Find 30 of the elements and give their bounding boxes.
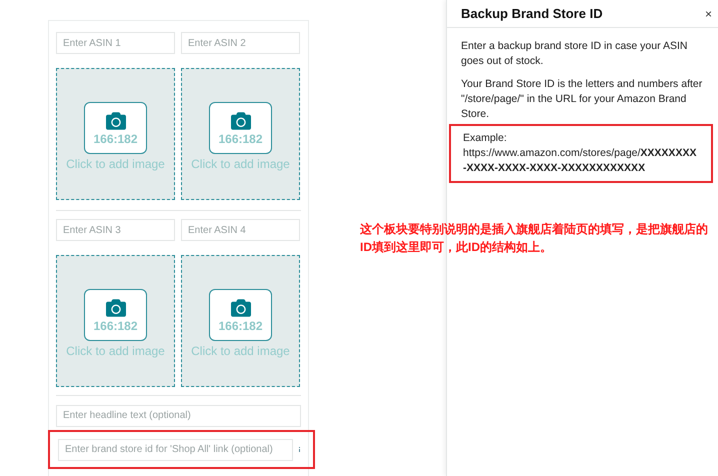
- annotation-note: 这个板块要特别说明的是插入旗舰店着陆页的填写，是把旗舰店的ID填到这里即可，此ID的结构如上。: [360, 221, 709, 256]
- add-image-label: Click to add image: [66, 158, 165, 170]
- input-field[interactable]: Enter brand store id for 'Shop All' link (optional): [58, 438, 293, 460]
- aspect-ratio-label: 166:182: [93, 133, 138, 145]
- input-field[interactable]: Enter ASIN 3: [56, 219, 175, 241]
- input-field[interactable]: Enter ASIN 4: [181, 219, 300, 241]
- add-image-label: Click to add image: [66, 345, 165, 357]
- info-icon: [298, 447, 301, 452]
- camera-icon: [104, 298, 126, 318]
- image-upload-area[interactable]: 166:182 Click to add image: [181, 255, 300, 387]
- aspect-ratio-label: 166:182: [218, 133, 263, 145]
- camera-icon: [104, 111, 126, 131]
- aspect-ratio-label: 166:182: [218, 320, 263, 332]
- help-text: Your Brand Store ID is the letters and numbers after "/store/page/" in the URL for your Amazon Brand Store.: [461, 77, 704, 122]
- panel-title: Backup Brand Store ID: [461, 4, 603, 23]
- add-image-label: Click to add image: [191, 158, 290, 170]
- help-text: Enter a backup brand store ID in case your ASIN goes out of stock.: [461, 39, 688, 69]
- aspect-ratio-label: 166:182: [93, 320, 138, 332]
- image-upload-area[interactable]: 166:182 Click to add image: [181, 68, 300, 200]
- input-field[interactable]: Enter ASIN 1: [56, 32, 175, 54]
- example-label: Example:: [463, 131, 508, 146]
- camera-icon: [230, 298, 252, 318]
- image-upload-area[interactable]: 166:182 Click to add image: [56, 255, 175, 387]
- image-upload-area[interactable]: 166:182 Click to add image: [56, 68, 175, 200]
- example-url: https://www.amazon.com/stores/page/XXXXXXXX-XXXX-XXXX-XXXX-XXXXXXXXXXXX: [463, 146, 698, 176]
- input-field[interactable]: Enter ASIN 2: [181, 32, 300, 54]
- add-image-label: Click to add image: [191, 345, 290, 357]
- input-field[interactable]: Enter headline text (optional): [56, 404, 301, 426]
- close-button[interactable]: ×: [704, 4, 712, 22]
- camera-icon: [230, 111, 252, 131]
